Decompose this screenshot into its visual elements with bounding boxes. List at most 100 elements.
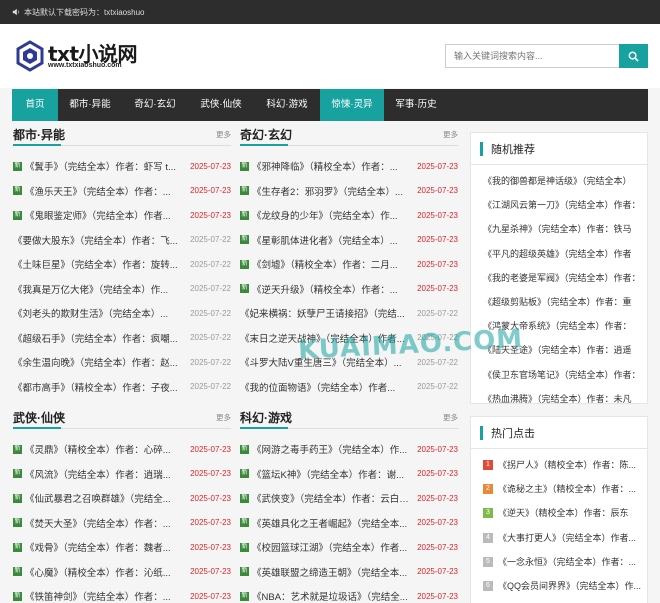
random-item-link[interactable]: 《超级剪贴板》（完结全本）作者：重	[483, 290, 647, 314]
book-row[interactable]: 新《NBA：艺术就是垃圾话》（完结全... 2025-07-23	[240, 584, 458, 603]
book-row[interactable]: 《斗罗大陆V重生唐三》（完结全本）... 2025-07-22	[240, 350, 458, 375]
book-title-link[interactable]: 《邪神降临》（精校全本）作者：...	[252, 159, 416, 173]
hot-item[interactable]: 2 《诡秘之主》（精校全本）作者：...	[483, 477, 647, 501]
search-button[interactable]	[619, 44, 648, 68]
book-title-link[interactable]: 《心魔》（精校全本）作者：沁纸...	[25, 565, 189, 579]
book-row[interactable]: 《都市高手》（精校全本）作者：子夜... 2025-07-22	[13, 375, 231, 400]
book-title-link[interactable]: 《龙纹身的少年》（完结全本）作...	[252, 208, 416, 222]
book-title-link[interactable]: 《斗罗大陆V重生唐三》（完结全本）...	[240, 355, 416, 369]
site-logo[interactable]: txt小说网 www.txtxiaoshuo.com	[14, 38, 144, 74]
book-title-link[interactable]: 《焚天大圣》（完结全本）作者：...	[25, 516, 189, 530]
book-row[interactable]: 新《网游之毒手药王》（完结全本）作... 2025-07-23	[240, 437, 458, 462]
book-title-link[interactable]: 《逆天升级》（精校全本）作者：...	[252, 282, 416, 296]
hot-item-link[interactable]: 《逆天》（精校全本）作者：辰东	[498, 501, 629, 525]
book-title-link[interactable]: 《土味巨星》（完结全本）作者：旋转...	[13, 257, 189, 271]
book-row[interactable]: 《妃来横祸：妖孽尸王请接招》（完结... 2025-07-22	[240, 301, 458, 326]
book-row[interactable]: 《刘老头的欺财生活》（完结全本）... 2025-07-22	[13, 301, 231, 326]
book-row[interactable]: 新《仙武暴君之召唤群雄》（完结全... 2025-07-23	[13, 486, 231, 511]
random-item-link[interactable]: 《九星杀神》（完结全本）作者：铁马	[483, 217, 647, 241]
book-row[interactable]: 新《逆天升级》（精校全本）作者：... 2025-07-23	[240, 277, 458, 302]
book-title-link[interactable]: 《余生温向晚》（完结全本）作者：赵...	[13, 355, 189, 369]
book-title-link[interactable]: 《末日之逆天战神》（完结全本）作者...	[240, 331, 416, 345]
hot-item-link[interactable]: 《QQ会员间界界》（完结全本）作...	[498, 574, 641, 598]
hot-item-link[interactable]: 《大事打更人》（完结全本）作者...	[498, 526, 636, 550]
book-title-link[interactable]: 《英雄具化之王者崛起》（完结全本...	[252, 516, 416, 530]
nav-wuxia[interactable]: 武侠·仙侠	[188, 89, 254, 121]
book-title-link[interactable]: 《鬒手》（完结全本）作者：虾写 t...	[25, 159, 189, 173]
more-link[interactable]: 更多	[443, 129, 458, 140]
book-title-link[interactable]: 《武侠变》（完结全本）作者：云白天...	[252, 491, 416, 505]
book-row[interactable]: 新《武侠变》（完结全本）作者：云白天... 2025-07-23	[240, 486, 458, 511]
hot-item[interactable]: 7《杂届之主》（精校全本）作者：	[483, 598, 647, 603]
book-row[interactable]: 新《渔乐天王》（完结全本）作者：... 2025-07-23	[13, 179, 231, 204]
book-row[interactable]: 新《风流》（完结全本）作者：逍瑞... 2025-07-23	[13, 462, 231, 487]
book-title-link[interactable]: 《渔乐天王》（完结全本）作者：...	[25, 184, 189, 198]
random-item-link[interactable]: 《我的御兽都是神话级》（完结全本）	[483, 169, 647, 193]
random-item-link[interactable]: 《陆天圣途》（完结全本）作者：逍遥	[483, 338, 647, 362]
book-row[interactable]: 新《星彰肌体进化者》（完结全本）... 2025-07-23	[240, 228, 458, 253]
book-title-link[interactable]: 《篮坛K神》（完结全本）作者：谢...	[252, 467, 416, 481]
book-row[interactable]: 《我的位面物语》（完结全本）作者... 2025-07-22	[240, 375, 458, 400]
search-input[interactable]	[445, 44, 619, 68]
book-title-link[interactable]: 《英雄联盟之缔造王朝》（完结全本...	[252, 565, 416, 579]
book-title-link[interactable]: 《戏骨》（完结全本）作者：魏者...	[25, 540, 189, 554]
hot-item[interactable]: 4 《大事打更人》（完结全本）作者...	[483, 526, 647, 550]
book-row[interactable]: 新《心魔》（精校全本）作者：沁纸... 2025-07-23	[13, 560, 231, 585]
hot-item[interactable]: 5 《一念永恒》（完结全本）作者：...	[483, 550, 647, 574]
hot-item[interactable]: 3 《逆天》（精校全本）作者：辰东	[483, 501, 647, 525]
nav-scifi[interactable]: 科幻·游戏	[254, 89, 320, 121]
book-row[interactable]: 新《剑墟》（精校全本）作者：二月... 2025-07-23	[240, 252, 458, 277]
book-title-link[interactable]: 《仙武暴君之召唤群雄》（完结全...	[25, 491, 189, 505]
book-row[interactable]: 新《鬒手》（完结全本）作者：虾写 t... 2025-07-23	[13, 154, 231, 179]
book-row[interactable]: 《末日之逆天战神》（完结全本）作者... 2025-07-22	[240, 326, 458, 351]
book-title-link[interactable]: 《星彰肌体进化者》（完结全本）...	[252, 233, 416, 247]
book-title-link[interactable]: 《校园篮球江湖》（完结全本）作者...	[252, 540, 416, 554]
book-title-link[interactable]: 《剑墟》（精校全本）作者：二月...	[252, 257, 416, 271]
hot-item[interactable]: 6 《QQ会员间界界》（完结全本）作...	[483, 574, 647, 598]
hot-item-link[interactable]: 《拐尸人》（精校全本）作者：陈...	[498, 453, 636, 477]
book-title-link[interactable]: 《灵鼎》（精校全本）作者：心碎...	[25, 442, 189, 456]
book-row[interactable]: 新《校园篮球江湖》（完结全本）作者... 2025-07-23	[240, 535, 458, 560]
book-row[interactable]: 新《戏骨》（完结全本）作者：魏者... 2025-07-23	[13, 535, 231, 560]
random-item-link[interactable]: 《热血沸腾》（完结全本）作者：未凡	[483, 387, 647, 411]
more-link[interactable]: 更多	[216, 412, 231, 423]
book-title-link[interactable]: 《都市高手》（精校全本）作者：子夜...	[13, 380, 189, 394]
nav-urban[interactable]: 都市·异能	[58, 89, 122, 121]
book-title-link[interactable]: 《NBA：艺术就是垃圾话》（完结全...	[252, 589, 416, 603]
hot-item-link[interactable]: 《杂届之主》（精校全本）作者：	[498, 598, 629, 603]
book-row[interactable]: 新《英雄联盟之缔造王朝》（完结全本... 2025-07-23	[240, 560, 458, 585]
random-item-link[interactable]: 《江湖风云第一刀》（完结全本）作者：	[483, 193, 647, 217]
hot-item[interactable]: 1 《拐尸人》（精校全本）作者：陈...	[483, 453, 647, 477]
book-title-link[interactable]: 《我的位面物语》（完结全本）作者...	[240, 380, 416, 394]
book-title-link[interactable]: 《要做大股东》（完结全本）作者：飞...	[13, 233, 189, 247]
nav-horror[interactable]: 惊悚·灵异	[320, 89, 384, 121]
book-title-link[interactable]: 《鬼眼鉴定师》（完结全本）作者...	[25, 208, 189, 222]
random-item-link[interactable]: 《鸿蒙大帝系统》（完结全本）作者：	[483, 314, 647, 338]
book-title-link[interactable]: 《我真是万亿大佬》（完结全本）作...	[13, 282, 189, 296]
hot-item-link[interactable]: 《一念永恒》（完结全本）作者：...	[498, 550, 636, 574]
random-item-link[interactable]: 《侯卫东官场笔记》（完结全本）作者：	[483, 363, 647, 387]
book-row[interactable]: 新《焚天大圣》（完结全本）作者：... 2025-07-23	[13, 511, 231, 536]
book-title-link[interactable]: 《刘老头的欺财生活》（完结全本）...	[13, 306, 189, 320]
book-row[interactable]: 《要做大股东》（完结全本）作者：飞... 2025-07-22	[13, 228, 231, 253]
random-item-link[interactable]: 《平凡的超级英雄》（完结全本）作者	[483, 242, 647, 266]
book-row[interactable]: 新《篮坛K神》（完结全本）作者：谢... 2025-07-23	[240, 462, 458, 487]
book-row[interactable]: 新《生存者2：邪羽罗》（完结全本）... 2025-07-23	[240, 179, 458, 204]
book-row[interactable]: 新《邪神降临》（精校全本）作者：... 2025-07-23	[240, 154, 458, 179]
book-row[interactable]: 《我真是万亿大佬》（完结全本）作... 2025-07-22	[13, 277, 231, 302]
book-title-link[interactable]: 《妃来横祸：妖孽尸王请接招》（完结...	[240, 306, 416, 320]
book-row[interactable]: 新《英雄具化之王者崛起》（完结全本... 2025-07-23	[240, 511, 458, 536]
book-title-link[interactable]: 《生存者2：邪羽罗》（完结全本）...	[252, 184, 416, 198]
book-row[interactable]: 新《铁笛神剑》（完结全本）作者：... 2025-07-23	[13, 584, 231, 603]
book-row[interactable]: 《超级石手》（完结全本）作者：疯嘲... 2025-07-22	[13, 326, 231, 351]
nav-fantasy[interactable]: 奇幻·玄幻	[122, 89, 188, 121]
nav-home[interactable]: 首页	[12, 89, 58, 121]
book-row[interactable]: 《土味巨星》（完结全本）作者：旋转... 2025-07-22	[13, 252, 231, 277]
book-title-link[interactable]: 《铁笛神剑》（完结全本）作者：...	[25, 589, 189, 603]
book-title-link[interactable]: 《网游之毒手药王》（完结全本）作...	[252, 442, 416, 456]
book-title-link[interactable]: 《超级石手》（完结全本）作者：疯嘲...	[13, 331, 189, 345]
book-row[interactable]: 《余生温向晚》（完结全本）作者：赵... 2025-07-22	[13, 350, 231, 375]
book-row[interactable]: 新《灵鼎》（精校全本）作者：心碎... 2025-07-23	[13, 437, 231, 462]
hot-item-link[interactable]: 《诡秘之主》（精校全本）作者：...	[498, 477, 636, 501]
book-title-link[interactable]: 《风流》（完结全本）作者：逍瑞...	[25, 467, 189, 481]
